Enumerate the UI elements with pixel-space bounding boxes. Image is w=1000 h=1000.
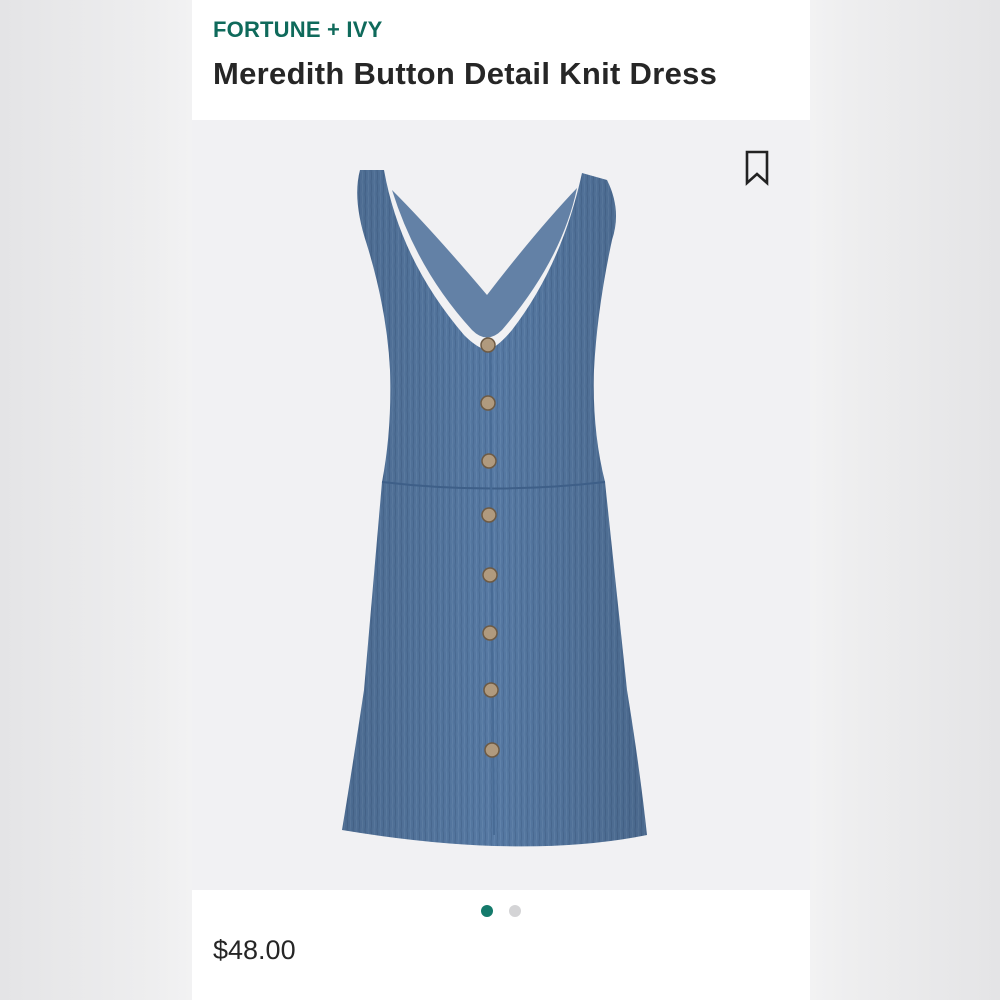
product-image[interactable] bbox=[322, 170, 672, 860]
product-image-carousel[interactable] bbox=[192, 120, 810, 890]
right-background bbox=[810, 0, 1000, 1000]
brand-name[interactable]: FORTUNE + IVY bbox=[213, 17, 382, 43]
left-background bbox=[0, 0, 192, 1000]
product-price: $48.00 bbox=[213, 935, 296, 965]
carousel-indicator bbox=[192, 905, 810, 919]
carousel-dot-2[interactable] bbox=[509, 905, 521, 917]
bookmark-icon[interactable] bbox=[744, 150, 770, 186]
product-card: FORTUNE + IVY Meredith Button Detail Kni… bbox=[192, 0, 810, 1000]
carousel-dot-1[interactable] bbox=[481, 905, 493, 917]
product-title: Meredith Button Detail Knit Dress bbox=[213, 56, 718, 91]
